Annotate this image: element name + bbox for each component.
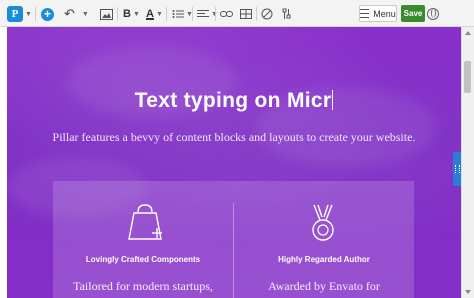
- insert-image-button[interactable]: [100, 6, 113, 22]
- feature-text: Tailored for modern startups,: [73, 279, 213, 293]
- insert-link-button[interactable]: [220, 6, 233, 22]
- settings-button[interactable]: [282, 6, 292, 22]
- editor-toolbar: P ▼ + ↶ ▼ B ▼ A ▼ ▼ ▼ Men: [0, 0, 474, 27]
- image-icon: [100, 8, 113, 20]
- toolbar-divider: [35, 7, 36, 21]
- scroll-up-arrow-icon[interactable]: [465, 31, 471, 35]
- add-block-button[interactable]: +: [41, 6, 54, 22]
- globe-icon[interactable]: [427, 8, 439, 20]
- medal-icon: [312, 204, 334, 241]
- side-panel-handle[interactable]: [453, 152, 461, 186]
- clear-format-button[interactable]: [261, 6, 273, 22]
- hero-title[interactable]: Text typing on Micr: [7, 89, 461, 113]
- add-circle-icon: +: [41, 7, 54, 21]
- logo-menu-button[interactable]: P ▼: [7, 6, 32, 22]
- table-icon: [240, 9, 252, 19]
- text-color-button[interactable]: A ▼: [146, 6, 163, 22]
- vertical-scrollbar[interactable]: [461, 27, 474, 298]
- undo-icon: ↶: [64, 6, 75, 21]
- feature-title: Highly Regarded Author: [278, 255, 370, 264]
- bold-label: B: [123, 8, 131, 20]
- bulleted-list-icon: [172, 10, 184, 18]
- toolbar-divider: [117, 7, 118, 21]
- link-icon: [220, 11, 233, 17]
- align-left-icon: [197, 10, 209, 17]
- bold-button[interactable]: B ▼: [123, 6, 140, 22]
- sliders-icon: [282, 8, 291, 19]
- hero-title-text: Text typing on Micr: [134, 89, 332, 112]
- toolbar-divider: [166, 7, 167, 21]
- shopping-bag-plus-icon: [128, 204, 162, 240]
- feature-text: Awarded by Envato for: [268, 279, 380, 293]
- insert-table-button[interactable]: [240, 6, 252, 22]
- chevron-down-icon: ▼: [132, 10, 140, 18]
- text-color-label: A: [146, 8, 154, 20]
- list-button[interactable]: ▼: [172, 6, 193, 22]
- feature-title: Lovingly Crafted Components: [85, 255, 201, 264]
- chevron-down-icon: ▼: [25, 10, 32, 18]
- chevron-down-icon: ▼: [155, 10, 163, 18]
- menu-label: Menu: [373, 8, 396, 19]
- undo-button[interactable]: ↶ ▼: [64, 6, 89, 22]
- hero-subtitle[interactable]: Pillar features a bevvy of content block…: [7, 130, 461, 145]
- hero-section: Text typing on Micr Pillar features a be…: [7, 27, 461, 298]
- scrollbar-thumb[interactable]: [464, 61, 471, 93]
- save-button[interactable]: Save: [401, 5, 425, 22]
- features-panel: Lovingly Crafted Components Tailored for…: [53, 181, 414, 298]
- toolbar-divider: [192, 7, 193, 21]
- clear-format-icon: [261, 8, 273, 20]
- toolbar-divider: [256, 7, 257, 21]
- scroll-down-arrow-icon[interactable]: [465, 290, 471, 294]
- text-cursor: [332, 90, 334, 110]
- toolbar-divider: [215, 7, 216, 21]
- hamburger-icon: [360, 9, 370, 18]
- app-logo-icon: P: [7, 6, 23, 22]
- menu-button[interactable]: Menu: [359, 5, 397, 22]
- chevron-down-icon: ▼: [81, 10, 89, 18]
